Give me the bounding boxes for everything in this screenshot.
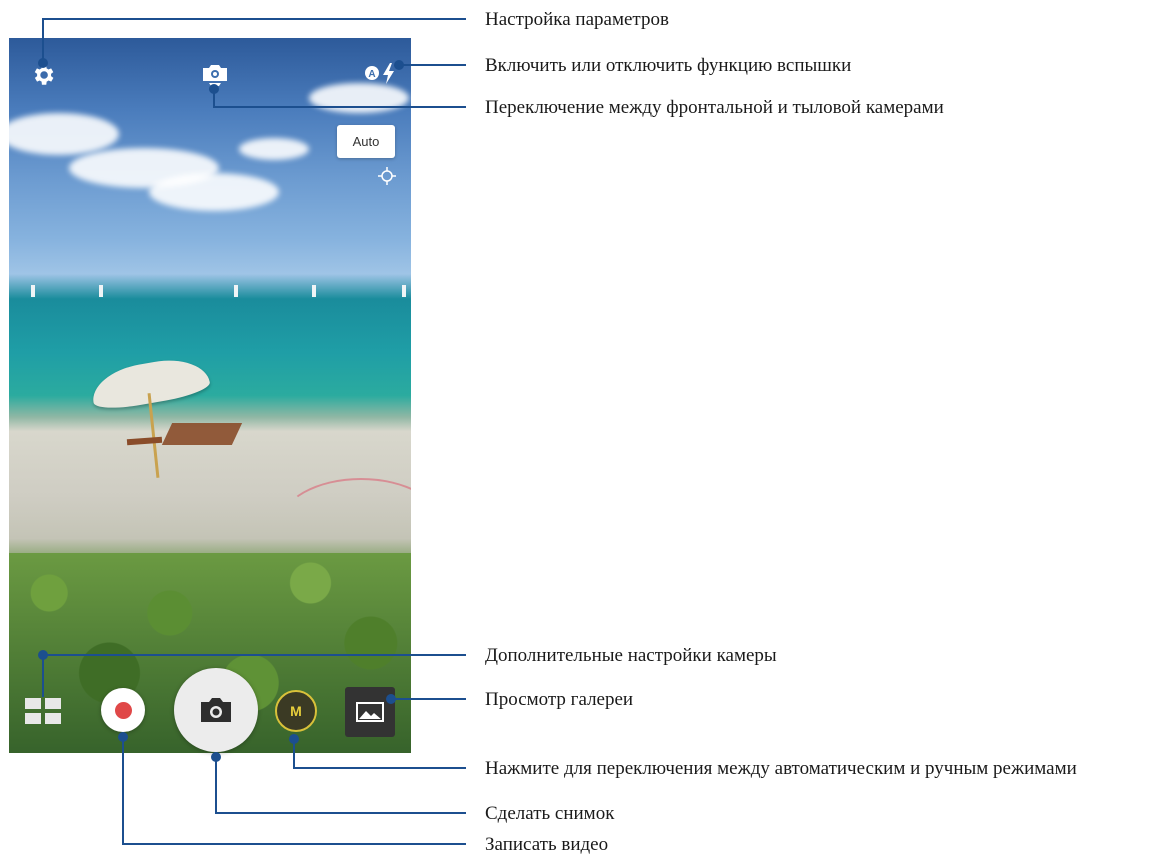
settings-callout-line-v (42, 18, 44, 62)
manual-mode-button[interactable]: M (275, 690, 317, 732)
settings-callout-line-h (42, 18, 466, 20)
photo-callout-line-v (215, 756, 217, 813)
mode-callout-dot (289, 734, 299, 744)
record-video-callout-label: Записать видео (485, 834, 609, 855)
settings-callout-label: Настройка параметров (485, 9, 669, 30)
shutter-button[interactable] (174, 668, 258, 752)
record-dot-icon (114, 701, 132, 719)
record-video-button[interactable] (101, 688, 145, 732)
settings-callout-dot (38, 58, 48, 68)
advanced-settings-callout-label: Дополнительные настройки камеры (485, 645, 777, 666)
flash-auto-letter: A (368, 69, 375, 80)
advanced-settings-callout-dot (38, 650, 48, 660)
video-callout-line-h (122, 843, 466, 845)
photo-callout-dot (211, 752, 221, 762)
mode-callout-line-h (293, 767, 466, 769)
flash-callout-line (398, 64, 466, 66)
advanced-settings-callout-line-h (42, 654, 466, 656)
flash-callout-dot (394, 60, 404, 70)
take-photo-callout-label: Сделать снимок (485, 803, 615, 824)
focus-mode-badge[interactable]: Auto (337, 125, 395, 158)
camera-switch-callout-label: Переключение между фронтальной и тыловой… (485, 97, 944, 118)
advanced-settings-grid-icon[interactable] (25, 697, 61, 725)
exposure-crosshair-icon[interactable] (377, 166, 397, 186)
gallery-callout-dot (386, 694, 396, 704)
camera-switch-callout-dot (209, 84, 219, 94)
advanced-settings-callout-line-v (42, 655, 44, 697)
camera-switch-callout-line-h (213, 106, 466, 108)
gallery-picture-icon (356, 702, 384, 722)
photo-callout-line-h (215, 812, 466, 814)
camera-icon (201, 698, 231, 722)
flash-callout-label: Включить или отключить функцию вспышки (485, 55, 852, 76)
gallery-callout-line (390, 698, 466, 700)
video-callout-dot (118, 732, 128, 742)
gallery-callout-label: Просмотр галереи (485, 689, 634, 710)
mode-switch-callout-label: Нажмите для переключения между автоматич… (485, 758, 1077, 779)
video-callout-line-v (122, 736, 124, 844)
